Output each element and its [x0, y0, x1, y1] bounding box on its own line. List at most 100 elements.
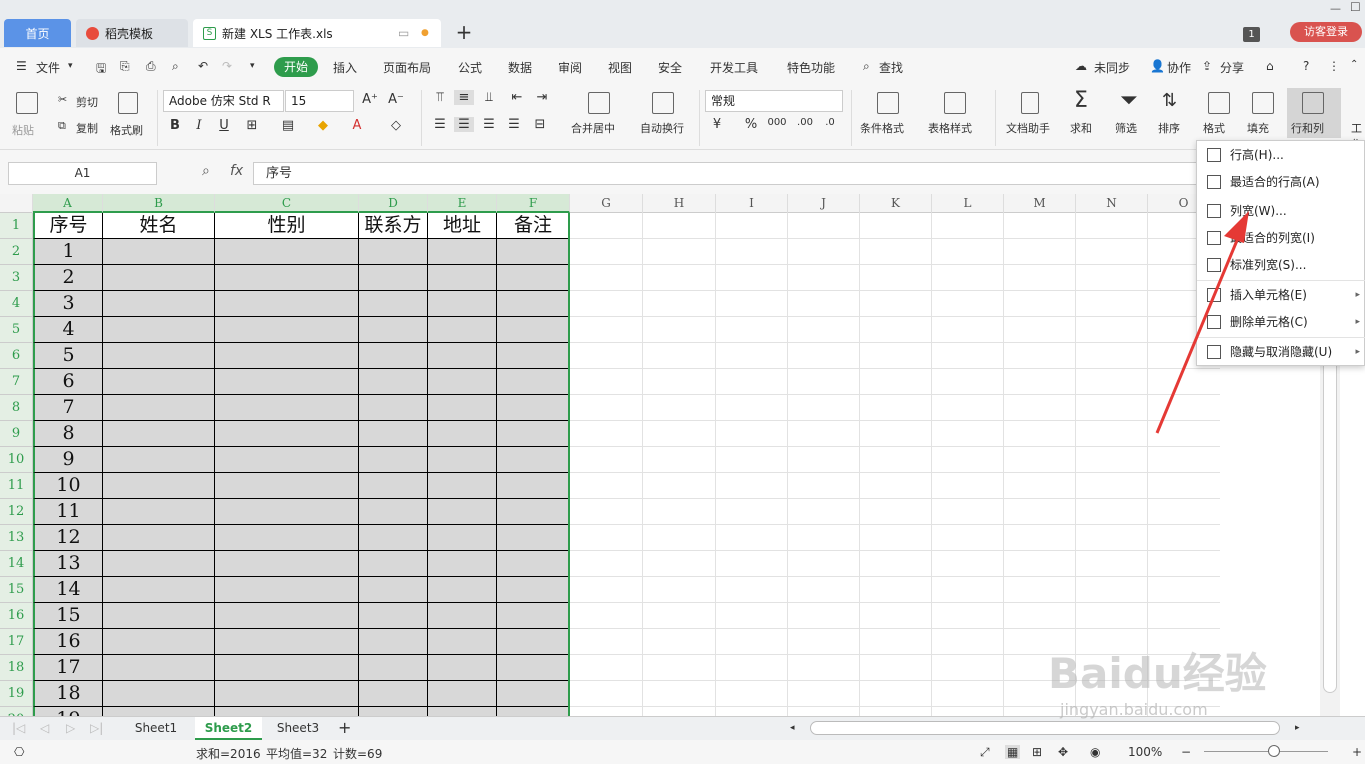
- minimize-icon[interactable]: —: [1330, 2, 1341, 15]
- row-header[interactable]: 13: [0, 525, 33, 551]
- normal-view-icon[interactable]: ▦: [1005, 745, 1021, 759]
- table-cell[interactable]: [103, 265, 215, 291]
- serial-cell[interactable]: 4: [33, 317, 103, 343]
- table-cell[interactable]: [215, 343, 359, 369]
- align-left-icon[interactable]: ☰: [430, 117, 450, 132]
- menu-insert[interactable]: 插入: [333, 59, 357, 76]
- table-cell[interactable]: [359, 265, 428, 291]
- table-cell[interactable]: [428, 265, 497, 291]
- indent-decrease-icon[interactable]: ⇤: [507, 90, 527, 105]
- scroll-left-icon[interactable]: ◂: [790, 717, 795, 740]
- next-sheet-icon[interactable]: ▷: [66, 717, 75, 740]
- table-cell[interactable]: [103, 681, 215, 707]
- filter-button[interactable]: 筛选: [1115, 120, 1137, 136]
- table-cell[interactable]: [497, 317, 570, 343]
- distribute-icon[interactable]: ⊟: [530, 117, 550, 132]
- table-header-cell[interactable]: 姓名: [103, 213, 215, 239]
- table-cell[interactable]: [215, 525, 359, 551]
- menu-view[interactable]: 视图: [608, 59, 632, 76]
- serial-cell[interactable]: 19: [33, 707, 103, 716]
- table-cell[interactable]: [103, 343, 215, 369]
- table-cell[interactable]: [103, 525, 215, 551]
- zoom-slider-handle[interactable]: [1268, 745, 1280, 757]
- row-header[interactable]: 11: [0, 473, 33, 499]
- sort-button[interactable]: 排序: [1158, 120, 1180, 136]
- sheet-tab-active[interactable]: Sheet2: [195, 717, 262, 740]
- table-cell[interactable]: [103, 655, 215, 681]
- row-header[interactable]: 8: [0, 395, 33, 421]
- sheet-tab[interactable]: Sheet3: [264, 717, 332, 740]
- table-cell[interactable]: [497, 629, 570, 655]
- tab-template[interactable]: 稻壳模板: [76, 19, 188, 47]
- table-cell[interactable]: [359, 421, 428, 447]
- table-cell[interactable]: [215, 421, 359, 447]
- column-header[interactable]: A: [33, 194, 103, 213]
- column-header[interactable]: M: [1004, 194, 1076, 213]
- currency-icon[interactable]: ¥: [707, 117, 727, 132]
- serial-cell[interactable]: 17: [33, 655, 103, 681]
- table-cell[interactable]: [215, 473, 359, 499]
- horizontal-scroll-thumb[interactable]: [810, 721, 1280, 735]
- underline-icon[interactable]: U: [214, 118, 234, 133]
- fill-button[interactable]: 填充: [1247, 120, 1269, 136]
- table-style-icon[interactable]: [944, 92, 966, 114]
- column-header[interactable]: K: [860, 194, 932, 213]
- font-name-select[interactable]: Adobe 仿宋 Std R: [163, 90, 284, 112]
- table-cell[interactable]: [428, 603, 497, 629]
- table-cell[interactable]: [428, 317, 497, 343]
- table-cell[interactable]: [428, 239, 497, 265]
- wrap-text-icon[interactable]: [652, 92, 674, 114]
- table-cell[interactable]: [359, 343, 428, 369]
- search-icon[interactable]: ⌕: [863, 59, 870, 74]
- column-header[interactable]: G: [570, 194, 643, 213]
- column-header[interactable]: E: [428, 194, 497, 213]
- cut-icon[interactable]: ✂: [58, 93, 67, 106]
- table-cell[interactable]: [103, 291, 215, 317]
- row-header[interactable]: 4: [0, 291, 33, 317]
- sort-icon[interactable]: ⇅: [1162, 90, 1177, 111]
- column-header[interactable]: J: [788, 194, 860, 213]
- row-header[interactable]: 14: [0, 551, 33, 577]
- spreadsheet-grid[interactable]: ABCDEFGHIJKLMNO 1序号姓名性别联系方式地址备注213243546…: [0, 194, 1320, 716]
- table-cell[interactable]: [215, 655, 359, 681]
- table-cell[interactable]: [103, 577, 215, 603]
- thousands-icon[interactable]: 000: [767, 117, 787, 128]
- table-header-cell[interactable]: 序号: [33, 213, 103, 239]
- zoom-in-icon[interactable]: +: [1352, 745, 1362, 759]
- copy-button[interactable]: 复制: [76, 120, 98, 136]
- menu-layout[interactable]: 页面布局: [383, 59, 431, 76]
- table-cell[interactable]: [103, 369, 215, 395]
- format-painter-icon[interactable]: [118, 92, 138, 114]
- table-cell[interactable]: [359, 655, 428, 681]
- chevron-down-icon[interactable]: ▾: [68, 61, 73, 71]
- table-cell[interactable]: [359, 317, 428, 343]
- table-cell[interactable]: [428, 551, 497, 577]
- row-header[interactable]: 17: [0, 629, 33, 655]
- italic-icon[interactable]: I: [189, 118, 209, 133]
- table-cell[interactable]: [215, 577, 359, 603]
- align-top-icon[interactable]: ⫪: [430, 90, 450, 105]
- row-header[interactable]: 5: [0, 317, 33, 343]
- table-cell[interactable]: [103, 551, 215, 577]
- undo-icon[interactable]: ↶: [198, 59, 208, 73]
- border-icon[interactable]: ⊞: [242, 118, 262, 133]
- table-cell[interactable]: [359, 395, 428, 421]
- serial-cell[interactable]: 6: [33, 369, 103, 395]
- serial-cell[interactable]: 15: [33, 603, 103, 629]
- table-header-cell[interactable]: 地址: [428, 213, 497, 239]
- table-cell[interactable]: [359, 577, 428, 603]
- table-cell[interactable]: [428, 369, 497, 395]
- cut-button[interactable]: 剪切: [76, 94, 98, 110]
- column-header[interactable]: N: [1076, 194, 1148, 213]
- name-box[interactable]: A1: [8, 162, 157, 185]
- table-cell[interactable]: [359, 707, 428, 716]
- paste-icon[interactable]: [16, 92, 38, 114]
- serial-cell[interactable]: 2: [33, 265, 103, 291]
- quick-access-dropdown-icon[interactable]: ▾: [250, 61, 255, 71]
- table-cell[interactable]: [359, 551, 428, 577]
- font-shrink-icon[interactable]: A⁻: [386, 92, 406, 107]
- fullscreen-icon[interactable]: ⤢: [980, 745, 990, 760]
- serial-cell[interactable]: 5: [33, 343, 103, 369]
- table-cell[interactable]: [428, 343, 497, 369]
- format-painter-button[interactable]: 格式刷: [110, 122, 143, 138]
